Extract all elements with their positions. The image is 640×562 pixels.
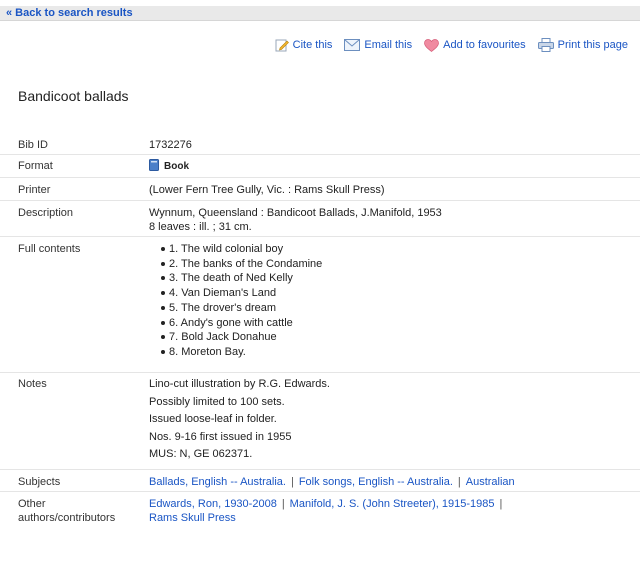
note-line: Possibly limited to 100 sets. xyxy=(149,395,285,408)
list-item: 7. Bold Jack Donahue xyxy=(149,330,640,345)
top-nav-bar: « Back to search results xyxy=(0,6,640,21)
record-details: Bib ID 1732276 Format Book Printer (Lowe… xyxy=(0,134,640,530)
list-item: 6. Andy's gone with cattle xyxy=(149,316,640,331)
row-contributors: Other authors/contributors Edwards, Ron,… xyxy=(0,492,640,530)
bib-id-label: Bib ID xyxy=(18,139,48,151)
note-line: MUS: N, GE 062371. xyxy=(149,448,253,460)
print-this-page-label: Print this page xyxy=(557,39,628,51)
cite-this-label: Cite this xyxy=(292,39,333,51)
subject-link[interactable]: Australian xyxy=(466,476,515,488)
description-value: Wynnum, Queensland : Bandicoot Ballads, … xyxy=(149,206,640,236)
pencil-icon xyxy=(275,39,289,52)
notes-value: Lino-cut illustration by R.G. Edwards. P… xyxy=(149,376,640,469)
format-text: Book xyxy=(164,161,189,172)
print-this-page-button[interactable]: Print this page xyxy=(537,38,628,52)
subject-link[interactable]: Folk songs, English -- Australia. xyxy=(299,476,453,488)
bib-id-value: 1732276 xyxy=(149,139,192,151)
heart-icon xyxy=(424,38,439,52)
row-format: Format Book xyxy=(0,155,640,178)
notes-label: Notes xyxy=(18,378,47,390)
format-value: Book xyxy=(149,159,640,177)
row-printer: Printer (Lower Fern Tree Gully, Vic. : R… xyxy=(0,178,640,201)
full-contents-value: 1. The wild colonial boy 2. The banks of… xyxy=(149,242,640,372)
note-line: Lino-cut illustration by R.G. Edwards. xyxy=(149,378,330,390)
cite-this-button[interactable]: Cite this xyxy=(275,38,333,52)
printer-icon xyxy=(537,38,554,52)
row-bib-id: Bib ID 1732276 xyxy=(0,134,640,155)
format-label: Format xyxy=(18,160,53,172)
record-actions: Cite this Email this Add to favourites P… xyxy=(275,37,628,53)
add-to-favourites-button[interactable]: Add to favourites xyxy=(424,38,526,52)
back-to-search-link[interactable]: « Back to search results xyxy=(6,7,133,19)
row-full-contents: Full contents 1. The wild colonial boy 2… xyxy=(0,237,640,373)
contributors-value: Edwards, Ron, 1930-2008 | Manifold, J. S. … xyxy=(149,498,503,524)
contributor-link[interactable]: Edwards, Ron, 1930-2008 xyxy=(149,498,277,510)
printer-value: (Lower Fern Tree Gully, Vic. : Rams Skul… xyxy=(149,184,385,196)
row-description: Description Wynnum, Queensland : Bandico… xyxy=(0,201,640,237)
subject-link[interactable]: Ballads, English -- Australia. xyxy=(149,476,286,488)
description-line: Wynnum, Queensland : Bandicoot Ballads, … xyxy=(149,207,442,219)
contents-list: 1. The wild colonial boy 2. The banks of… xyxy=(149,242,640,360)
note-line: Nos. 9-16 first issued in 1955 xyxy=(149,430,292,443)
description-line: 8 leaves : ill. ; 31 cm. xyxy=(149,221,252,233)
subjects-value: Ballads, English -- Australia. | Folk song… xyxy=(149,476,515,488)
row-notes: Notes Lino-cut illustration by R.G. Edwa… xyxy=(0,373,640,470)
record-title: Bandicoot ballads xyxy=(18,88,129,104)
row-subjects: Subjects Ballads, English -- Australia. |… xyxy=(0,470,640,492)
list-item: 8. Moreton Bay. xyxy=(149,345,640,360)
email-this-label: Email this xyxy=(364,39,413,51)
contributor-link[interactable]: Rams Skull Press xyxy=(149,512,236,524)
list-item: 4. Van Dieman's Land xyxy=(149,286,640,301)
envelope-icon xyxy=(344,39,361,51)
contributors-label: Other authors/contributors xyxy=(18,498,116,524)
description-label: Description xyxy=(18,207,74,219)
printer-label: Printer xyxy=(18,184,51,196)
full-contents-label: Full contents xyxy=(18,243,81,255)
email-this-button[interactable]: Email this xyxy=(344,39,412,51)
list-item: 1. The wild colonial boy xyxy=(149,242,640,257)
list-item: 2. The banks of the Condamine xyxy=(149,257,640,272)
subjects-label: Subjects xyxy=(18,476,61,488)
contributor-link[interactable]: Manifold, J. S. (John Streeter), 1915-19… xyxy=(290,498,495,510)
list-item: 3. The death of Ned Kelly xyxy=(149,271,640,286)
book-icon xyxy=(149,159,159,171)
list-item: 5. The drover's dream xyxy=(149,301,640,316)
add-to-favourites-label: Add to favourites xyxy=(443,39,526,51)
note-line: Issued loose-leaf in folder. xyxy=(149,413,277,425)
